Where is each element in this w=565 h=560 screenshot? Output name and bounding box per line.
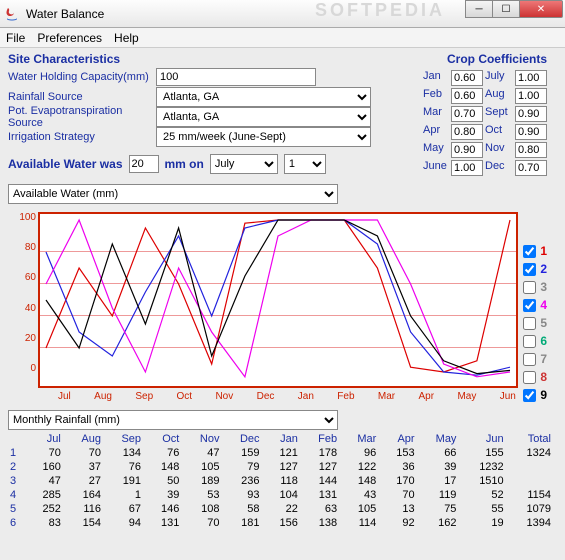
table-row: 683154941317018115613811492162191394 [8, 516, 557, 530]
chart-lines [40, 214, 516, 386]
coef-month: Mar [423, 106, 451, 122]
table-header: Oct [147, 432, 185, 446]
table-variable-select[interactable]: Monthly Rainfall (mm) [8, 410, 338, 430]
table-header: Sep [107, 432, 147, 446]
coef-month: Sept [485, 106, 515, 122]
whc-label: Water Holding Capacity(mm) [8, 71, 156, 83]
table-row: 428516413953931041314370119521154 [8, 488, 557, 502]
table-header: Aug [67, 432, 107, 446]
watermark: SOFTPEDIA [315, 0, 445, 21]
plot-variable-select[interactable]: Available Water (mm) [8, 184, 338, 204]
window-title: Water Balance [26, 7, 104, 21]
crop-coefficients-heading: Crop Coefficients [447, 52, 547, 66]
close-button[interactable]: ✕ [519, 0, 563, 18]
chart-y-axis: 100806040200 [14, 212, 36, 374]
coef-month: July [485, 70, 515, 86]
coef-input[interactable] [515, 70, 547, 86]
chart-area: JulAugSepOctNovDecJanFebMarAprMayJun [38, 212, 518, 388]
table-header: Apr [382, 432, 420, 446]
coef-month: Feb [423, 88, 451, 104]
crop-coef-grid: Jan July Feb Aug Mar Sept Apr Oct May Nov June Dec [423, 70, 549, 176]
table-row: 3472719150189236118144148170171510 [8, 474, 557, 488]
coef-input[interactable] [451, 106, 483, 122]
coef-month: Oct [485, 124, 515, 140]
pet-source-label: Pot. Evapotranspiration Source [8, 105, 156, 129]
coef-input[interactable] [515, 124, 547, 140]
coef-month: Nov [485, 142, 515, 158]
whc-input[interactable] [156, 68, 316, 86]
coef-month: Dec [485, 160, 515, 176]
coef-input[interactable] [451, 160, 483, 176]
coef-input[interactable] [515, 160, 547, 176]
menubar: File Preferences Help [0, 28, 565, 48]
coef-month: May [423, 142, 451, 158]
coef-month: Jan [423, 70, 451, 86]
rainfall-source-label: Rainfall Source [8, 91, 156, 103]
coef-month: Apr [423, 124, 451, 140]
table-row: 216037761481057912712712236391232 [8, 460, 557, 474]
series-number: 9 [540, 388, 547, 402]
table-row: 17070134764715912117896153661551324 [8, 446, 557, 460]
table-header: Feb [304, 432, 343, 446]
coef-input[interactable] [451, 124, 483, 140]
rainfall-table: JulAugSepOctNovDecJanFebMarAprMayJunTota… [8, 432, 557, 530]
table-header: Jun [462, 432, 509, 446]
irrigation-select[interactable]: 25 mm/week (June-Sept) [156, 127, 371, 147]
coef-input[interactable] [451, 70, 483, 86]
coef-input[interactable] [451, 88, 483, 104]
coef-input[interactable] [515, 106, 547, 122]
table-header: Mar [343, 432, 382, 446]
table-header: Jul [29, 432, 67, 446]
table-header: Total [510, 432, 557, 446]
menu-file[interactable]: File [6, 31, 25, 45]
titlebar: Water Balance SOFTPEDIA ─ ☐ ✕ [0, 0, 565, 28]
series-toggle[interactable]: 9 [523, 388, 547, 402]
coef-month: Aug [485, 88, 515, 104]
coef-input[interactable] [515, 142, 547, 158]
series-checkbox[interactable] [523, 389, 536, 402]
minimize-button[interactable]: ─ [465, 0, 493, 18]
coef-input[interactable] [515, 88, 547, 104]
java-icon [4, 6, 20, 22]
coef-month: June [423, 160, 451, 176]
maximize-button[interactable]: ☐ [492, 0, 520, 18]
pet-source-select[interactable]: Atlanta, GA [156, 107, 371, 127]
avail-label: Available Water was [8, 157, 123, 171]
table-row: 5252116671461085822631051375551079 [8, 502, 557, 516]
table-header: May [421, 432, 463, 446]
menu-help[interactable]: Help [114, 31, 139, 45]
chart-x-axis: JulAugSepOctNovDecJanFebMarAprMayJun [58, 391, 516, 402]
avail-value-input[interactable] [129, 155, 159, 173]
coef-input[interactable] [451, 142, 483, 158]
avail-month-select[interactable]: July [210, 154, 278, 174]
table-header: Dec [225, 432, 265, 446]
menu-preferences[interactable]: Preferences [37, 31, 102, 45]
avail-day-select[interactable]: 1 [284, 154, 326, 174]
table-header [8, 432, 29, 446]
table-header: Jan [266, 432, 304, 446]
irrigation-label: Irrigation Strategy [8, 131, 156, 143]
rainfall-source-select[interactable]: Atlanta, GA [156, 87, 371, 107]
table-header: Nov [185, 432, 225, 446]
avail-unit: mm on [165, 157, 204, 171]
